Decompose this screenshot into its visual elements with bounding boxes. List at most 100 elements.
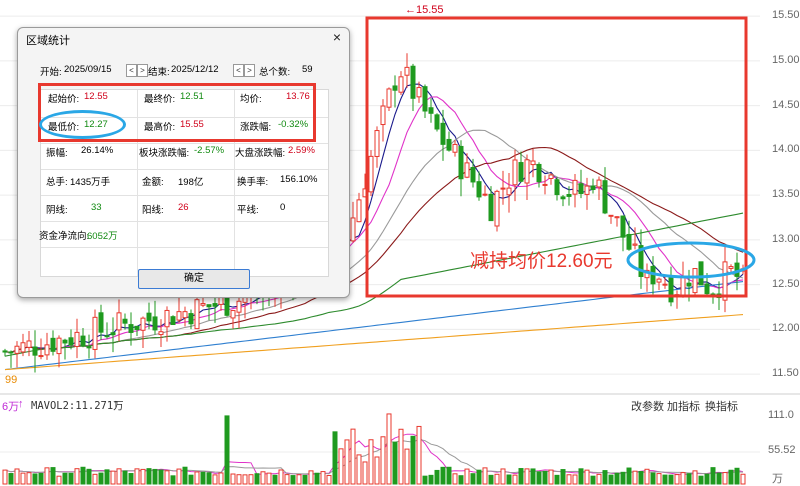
- candle-body: [68, 337, 74, 346]
- volume-bar: [344, 439, 350, 485]
- volume-bar: [32, 473, 38, 485]
- candle-body: [134, 325, 140, 330]
- volume-bar: [326, 475, 332, 485]
- candle-body: [404, 66, 410, 76]
- candle-body: [656, 278, 662, 283]
- volume-bar: [314, 472, 320, 485]
- volume-bar: [20, 472, 26, 485]
- volume-bar: [386, 413, 392, 485]
- candle-body: [632, 243, 638, 246]
- candle-body: [2, 350, 8, 353]
- volume-bar: [656, 473, 662, 485]
- volume-bar: [662, 474, 668, 485]
- mavol-label: MAVOL2:11.271万: [31, 400, 124, 412]
- sector-label: 板块涨跌幅:: [139, 148, 190, 159]
- candle-body: [470, 166, 476, 183]
- volume-bar: [8, 473, 14, 485]
- volume-legend-arrow: ↑: [18, 398, 24, 410]
- candle-body: [494, 190, 500, 227]
- volume-bar: [194, 471, 200, 485]
- candle-body: [584, 185, 590, 195]
- volume-bar: [260, 471, 266, 485]
- ok-button[interactable]: 确定: [138, 269, 250, 289]
- volume-bar: [692, 470, 698, 485]
- volume-bar: [452, 473, 458, 485]
- price-axis-tick: 14.50: [772, 98, 800, 111]
- volume-bar: [536, 471, 542, 485]
- candle-body: [164, 309, 170, 328]
- candle-body: [440, 122, 446, 145]
- volume-bar: [578, 468, 584, 485]
- volume-bar: [686, 473, 692, 485]
- close-icon[interactable]: ×: [333, 29, 341, 45]
- total-label: 总个数:: [259, 67, 291, 78]
- candle-body: [500, 187, 506, 190]
- volume-bar: [440, 466, 446, 485]
- volume-bar: [80, 466, 86, 485]
- candle-body: [428, 107, 434, 114]
- volume-bar: [542, 470, 548, 485]
- volume-bar: [410, 435, 416, 485]
- toolbar-add-indicator[interactable]: 加指标: [667, 398, 700, 414]
- toolbar-change-indicator[interactable]: 换指标: [705, 398, 738, 414]
- end-prev-button[interactable]: <: [233, 64, 244, 77]
- volume-bar: [380, 436, 386, 485]
- yang-value: 26: [178, 202, 189, 213]
- volume-bar: [560, 469, 566, 485]
- candle-body: [182, 311, 188, 319]
- volume-bar: [554, 474, 560, 485]
- volume-bar: [464, 468, 470, 485]
- volume-bar: [614, 472, 620, 485]
- start-next-button[interactable]: >: [137, 64, 148, 77]
- candle-body: [380, 105, 386, 126]
- volume-bar: [488, 474, 494, 485]
- volume-bar: [644, 468, 650, 485]
- candle-body: [476, 181, 482, 198]
- end-date: 2025/12/12: [171, 64, 219, 75]
- volume-legend: 6万: [2, 401, 20, 413]
- candle-body: [26, 340, 32, 348]
- volume-bar: [98, 472, 104, 485]
- candle-body: [620, 215, 626, 238]
- candle-body: [56, 337, 62, 355]
- volume-bar: [272, 474, 278, 485]
- price-axis-tick: 13.00: [772, 232, 800, 245]
- end-next-button[interactable]: >: [244, 64, 255, 77]
- start-date: 2025/09/15: [64, 64, 112, 75]
- volume-bar: [278, 469, 284, 485]
- volume-bar: [74, 468, 80, 485]
- start-label: 开始:: [40, 67, 62, 78]
- flat-value: 0: [280, 202, 286, 213]
- toolbar-modify-params[interactable]: 改参数: [631, 398, 664, 414]
- volume-bar: [500, 468, 506, 485]
- volume-bar: [50, 467, 56, 485]
- volume-bar: [116, 468, 122, 485]
- volume-ma-line: [4, 438, 744, 475]
- volume-bar: [710, 467, 716, 485]
- netflow-value: 6052万: [87, 231, 118, 242]
- candle-body: [572, 179, 578, 195]
- volume-bar: [266, 472, 272, 485]
- candle-body: [50, 337, 56, 352]
- amp-value: 26.14%: [81, 145, 114, 156]
- candle-body: [626, 233, 632, 250]
- volume-bar: [518, 468, 524, 485]
- volume-bar: [482, 467, 488, 485]
- start-prev-button[interactable]: <: [126, 64, 137, 77]
- volume-bar: [680, 472, 686, 485]
- candle-body: [152, 316, 158, 331]
- candle-body: [422, 86, 428, 112]
- volume-bar: [740, 473, 746, 485]
- amp-label: 振幅:: [46, 148, 68, 159]
- yang-label: 阳线:: [142, 205, 164, 216]
- candle-body: [116, 312, 122, 331]
- volume-ma-line: [4, 433, 744, 475]
- amount-value: 198亿: [178, 177, 204, 188]
- price-axis-tick: 13.50: [772, 188, 800, 201]
- candle-body: [548, 174, 554, 179]
- candle-body: [386, 88, 392, 108]
- volume-bar: [308, 470, 314, 485]
- netflow-label: 资金净流向:: [39, 231, 90, 242]
- sector-value: -2.57%: [194, 145, 225, 156]
- high-price-marker: ←15.55: [405, 4, 444, 16]
